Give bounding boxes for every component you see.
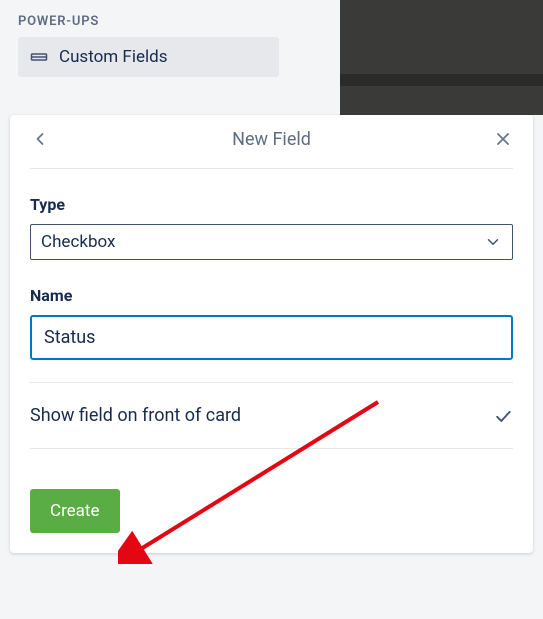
chevron-down-icon xyxy=(484,233,502,251)
name-label: Name xyxy=(30,286,513,305)
type-label: Type xyxy=(30,195,513,214)
type-select[interactable]: Checkbox xyxy=(30,224,513,260)
check-icon xyxy=(493,406,513,426)
new-field-popover: New Field Type Checkbox Name xyxy=(10,115,533,553)
close-button[interactable] xyxy=(493,129,513,149)
background-board-area xyxy=(340,0,543,115)
popover-title: New Field xyxy=(232,129,311,150)
name-input[interactable] xyxy=(30,315,513,360)
create-button[interactable]: Create xyxy=(30,489,120,533)
back-button[interactable] xyxy=(30,129,50,149)
powerups-heading: POWER-UPS xyxy=(18,14,328,29)
show-on-front-label: Show field on front of card xyxy=(30,405,241,426)
custom-fields-icon xyxy=(30,48,48,66)
type-select-value: Checkbox xyxy=(41,232,115,252)
show-on-front-toggle[interactable]: Show field on front of card xyxy=(30,383,513,449)
powerup-item-label: Custom Fields xyxy=(59,47,167,67)
powerup-custom-fields[interactable]: Custom Fields xyxy=(18,37,279,77)
